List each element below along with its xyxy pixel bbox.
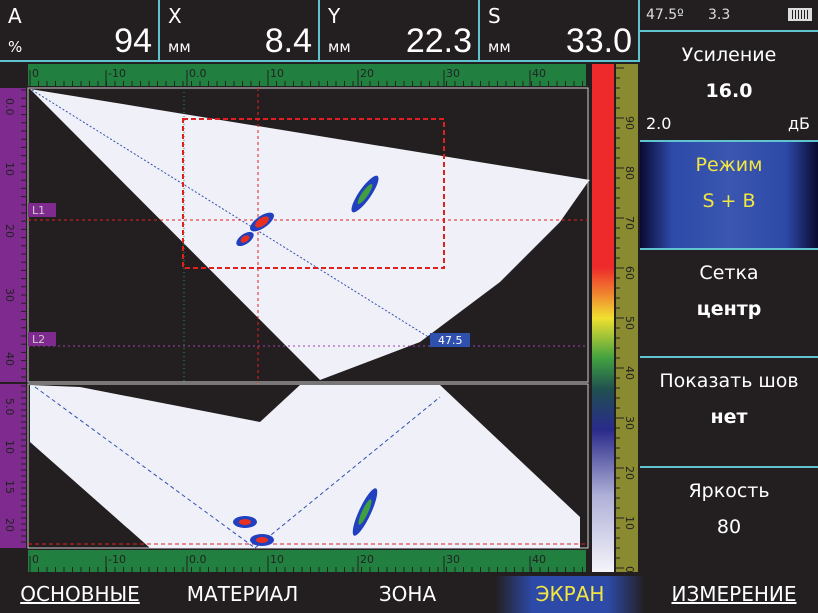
brightness-panel[interactable]: Яркость 80 xyxy=(640,466,818,576)
grid-value: центр xyxy=(640,298,818,320)
angle-tag-label: 47.5 xyxy=(438,334,463,347)
scale-label: 40 xyxy=(623,366,636,380)
menu-material[interactable]: МАТЕРИАЛ xyxy=(160,576,325,613)
mode-panel[interactable]: Режим S + B xyxy=(640,140,818,248)
weld-value: нет xyxy=(640,406,818,428)
readout-value: 33.0 xyxy=(566,22,632,61)
ruler-label: 30 xyxy=(446,67,460,80)
ruler-label: 0 xyxy=(32,553,39,566)
gain-step: 2.0 xyxy=(646,114,671,133)
battery-icon xyxy=(788,8,812,21)
readout-label: Y xyxy=(328,4,340,28)
ruler-label: 10 xyxy=(270,553,284,566)
status-value: 3.3 xyxy=(708,7,730,23)
menu-measurement[interactable]: ИЗМЕРЕНИЕ xyxy=(650,576,818,613)
scale-label: 70 xyxy=(623,216,636,230)
readout-value: 22.3 xyxy=(406,22,472,61)
gain-value: 16.0 xyxy=(640,80,818,102)
scale-label: 90 xyxy=(623,116,636,130)
ruler-label: 10 xyxy=(3,440,16,454)
ruler-label: 10 xyxy=(270,67,284,80)
ruler-label: 15 xyxy=(3,480,16,494)
ruler-label: 20 xyxy=(360,553,374,566)
angle-readout: 47.5º xyxy=(646,7,684,23)
status-bar: 47.5º 3.3 xyxy=(640,0,818,30)
l2-label: L2 xyxy=(32,333,45,346)
readout-unit: мм xyxy=(168,38,191,56)
ruler-label: 0 xyxy=(32,67,39,80)
grid-title: Сетка xyxy=(640,262,818,284)
ruler-label: 30 xyxy=(3,288,16,302)
ruler-label: 0.0 xyxy=(189,67,207,80)
scale-label: 20 xyxy=(623,466,636,480)
mode-title: Режим xyxy=(640,154,818,176)
scale-label: 0 xyxy=(623,566,636,573)
ruler-label: 30 xyxy=(446,553,460,566)
ruler-label: 20 xyxy=(3,224,16,238)
ruler-label: -10 xyxy=(108,553,126,566)
weld-panel[interactable]: Показать шов нет xyxy=(640,356,818,466)
scale-label: 50 xyxy=(623,316,636,330)
gain-unit: дБ xyxy=(788,114,810,133)
menu-basic[interactable]: ОСНОВНЫЕ xyxy=(0,576,160,613)
ruler-label: 20 xyxy=(360,67,374,80)
readout-unit: % xyxy=(8,38,22,56)
gain-panel[interactable]: Усиление 16.0 2.0 дБ xyxy=(640,30,818,140)
ruler-label: 40 xyxy=(3,352,16,366)
menu-zone[interactable]: ЗОНА xyxy=(325,576,490,613)
readout-s: Sмм 33.0 xyxy=(480,0,640,62)
gain-title: Усиление xyxy=(640,44,818,66)
readout-y: Yмм 22.3 xyxy=(320,0,480,62)
brightness-value: 80 xyxy=(640,516,818,538)
grid-panel[interactable]: Сетка центр xyxy=(640,248,818,356)
menu-screen[interactable]: ЭКРАН xyxy=(495,576,645,613)
weld-title: Показать шов xyxy=(640,370,818,392)
ruler-label: 40 xyxy=(532,67,546,80)
readout-label: A xyxy=(8,4,22,28)
ruler-label: 10 xyxy=(3,162,16,176)
ruler-label: 0.0 xyxy=(3,98,16,116)
readout-unit: мм xyxy=(488,38,511,56)
readout-unit: мм xyxy=(328,38,351,56)
ruler-label: 20 xyxy=(3,518,16,532)
scan-display[interactable]: 0 -10 0.0 10 20 30 40 0 -10 0.0 10 20 30 40 0.0 10 20 3… xyxy=(0,62,640,576)
l1-label: L1 xyxy=(32,204,45,217)
readout-a: A% 94 xyxy=(0,0,160,62)
brightness-title: Яркость xyxy=(640,480,818,502)
ruler-label: -10 xyxy=(108,67,126,80)
scale-label: 80 xyxy=(623,166,636,180)
readout-value: 94 xyxy=(114,22,152,61)
scale-label: 30 xyxy=(623,416,636,430)
readout-value: 8.4 xyxy=(265,22,312,61)
scale-label: 60 xyxy=(623,266,636,280)
readout-x: Xмм 8.4 xyxy=(160,0,320,62)
ruler-label: 5.0 xyxy=(3,398,16,416)
readout-label: S xyxy=(488,4,501,28)
scale-label: 10 xyxy=(623,516,636,530)
readout-label: X xyxy=(168,4,182,28)
mode-value: S + B xyxy=(640,190,818,212)
color-bar xyxy=(592,64,614,572)
ruler-label: 0.0 xyxy=(189,553,207,566)
ruler-label: 40 xyxy=(532,553,546,566)
